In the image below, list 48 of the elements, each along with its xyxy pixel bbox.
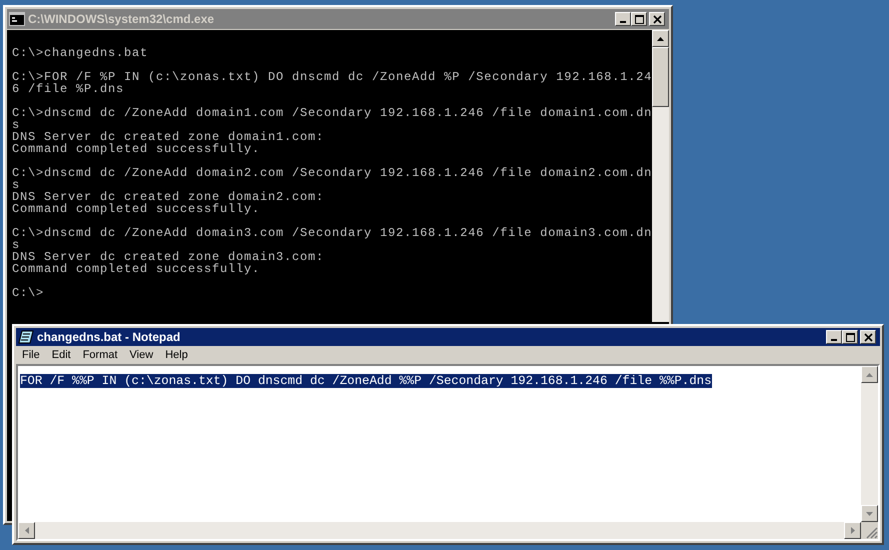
menu-item[interactable]: Edit: [46, 346, 76, 364]
console-line: C:\>changedns.bat: [12, 47, 150, 59]
maximize-button[interactable]: [842, 330, 858, 344]
notepad-icon: [18, 330, 34, 344]
close-button[interactable]: [860, 330, 876, 344]
up-arrow-icon: [866, 372, 873, 376]
horizontal-scrollbar[interactable]: [18, 522, 861, 539]
scroll-up-button[interactable]: [861, 366, 878, 383]
down-arrow-icon: [866, 512, 873, 516]
scroll-left-button[interactable]: [18, 522, 35, 539]
maximize-icon: [634, 14, 644, 24]
console-line: 6 /file %P.dns: [12, 83, 126, 95]
window-title: C:\WINDOWS\system32\cmd.exe: [28, 11, 216, 28]
minimize-icon: [831, 339, 837, 341]
vertical-scrollbar[interactable]: [861, 366, 878, 522]
console-line: Command completed successfully.: [12, 263, 262, 275]
console-line: C:\>: [12, 287, 46, 299]
console-line: Command completed successfully.: [12, 203, 262, 215]
scroll-down-button[interactable]: [861, 505, 878, 522]
console-icon: [9, 12, 25, 26]
window-title: changedns.bat - Notepad: [37, 329, 182, 346]
console-line: s: [12, 179, 22, 191]
scroll-up-button[interactable]: [652, 30, 669, 47]
minimize-button[interactable]: [615, 12, 631, 26]
console-line: DNS Server dc created zone domain2.com:: [12, 191, 326, 203]
left-arrow-icon: [24, 527, 28, 534]
console-line: s: [12, 119, 22, 131]
menu-item[interactable]: View: [124, 346, 158, 364]
menu-item[interactable]: Format: [78, 346, 123, 364]
resize-grip-icon[interactable]: [866, 527, 878, 539]
vertical-scrollbar[interactable]: [652, 30, 669, 322]
console-line: Command completed successfully.: [12, 143, 262, 155]
close-button[interactable]: [649, 12, 665, 26]
menu-item[interactable]: File: [17, 346, 45, 364]
console-line: DNS Server dc created zone domain3.com:: [12, 251, 326, 263]
close-icon: [652, 14, 662, 24]
maximize-button[interactable]: [631, 12, 647, 26]
minimize-icon: [620, 21, 626, 23]
minimize-button[interactable]: [826, 330, 842, 344]
menu-item[interactable]: Help: [160, 346, 193, 364]
console-line: s: [12, 239, 22, 251]
console-line: DNS Server dc created zone domain1.com:: [12, 131, 326, 143]
up-arrow-icon: [657, 36, 664, 40]
maximize-icon: [846, 332, 854, 342]
scroll-right-button[interactable]: [844, 522, 861, 539]
scroll-thumb[interactable]: [652, 47, 669, 107]
close-icon: [864, 332, 872, 342]
right-arrow-icon: [850, 527, 854, 534]
